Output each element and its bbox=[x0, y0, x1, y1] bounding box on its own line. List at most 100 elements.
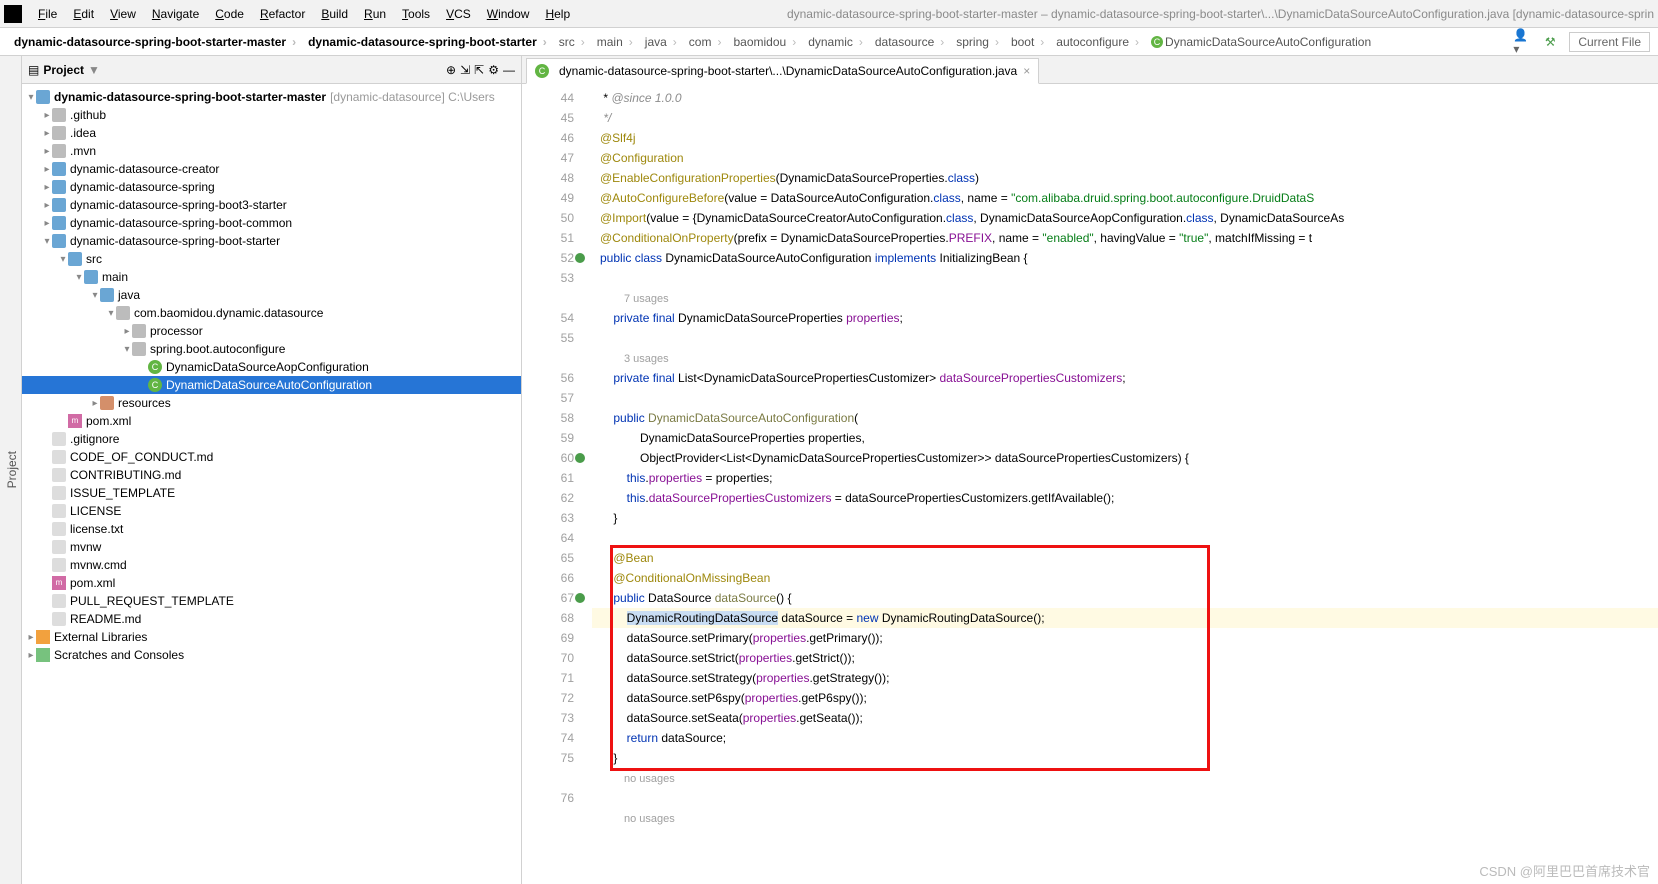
file-icon bbox=[52, 432, 66, 446]
package-icon bbox=[116, 306, 130, 320]
tree-node[interactable]: mpom.xml bbox=[22, 574, 521, 592]
expand-all-icon[interactable]: ⇲ bbox=[460, 63, 470, 77]
tree-node[interactable]: ▸processor bbox=[22, 322, 521, 340]
breadcrumb-item[interactable]: CDynamicDataSourceAutoConfiguration bbox=[1145, 35, 1383, 49]
menu-help[interactable]: Help bbox=[537, 5, 578, 23]
hide-icon[interactable]: — bbox=[503, 63, 515, 77]
file-icon bbox=[52, 540, 66, 554]
window-title: dynamic-datasource-spring-boot-starter-m… bbox=[787, 7, 1654, 21]
project-tree[interactable]: ▾dynamic-datasource-spring-boot-starter-… bbox=[22, 84, 521, 884]
settings-gear-icon[interactable]: ⚙ bbox=[488, 63, 499, 77]
scratches-icon bbox=[36, 648, 50, 662]
tree-node[interactable]: ▸resources bbox=[22, 394, 521, 412]
tree-node[interactable]: ▸dynamic-datasource-creator bbox=[22, 160, 521, 178]
menu-tools[interactable]: Tools bbox=[394, 5, 438, 23]
gutter-override-icon[interactable] bbox=[574, 588, 590, 608]
gutter-impl-icon[interactable] bbox=[574, 248, 590, 268]
dropdown-icon[interactable]: ▼ bbox=[88, 63, 100, 77]
tree-node[interactable]: CODE_OF_CONDUCT.md bbox=[22, 448, 521, 466]
menu-file[interactable]: File bbox=[30, 5, 65, 23]
java-class-icon: C bbox=[148, 360, 162, 374]
tree-node[interactable]: LICENSE bbox=[22, 502, 521, 520]
source-folder-icon bbox=[84, 270, 98, 284]
folder-icon bbox=[52, 108, 66, 122]
folder-icon bbox=[52, 126, 66, 140]
module-icon bbox=[52, 216, 66, 230]
run-config-selector[interactable]: Current File bbox=[1569, 32, 1650, 52]
breadcrumb-item[interactable]: main bbox=[591, 35, 639, 49]
code-editor[interactable]: 4445464748495051525354555657585960616263… bbox=[522, 84, 1658, 884]
tree-node[interactable]: PULL_REQUEST_TEMPLATE bbox=[22, 592, 521, 610]
menu-build[interactable]: Build bbox=[313, 5, 356, 23]
menu-edit[interactable]: Edit bbox=[65, 5, 102, 23]
tree-node[interactable]: CDynamicDataSourceAutoConfiguration bbox=[22, 376, 521, 394]
user-icon[interactable]: 👤▾ bbox=[1513, 33, 1531, 51]
build-hammer-icon[interactable]: ⚒ bbox=[1541, 33, 1559, 51]
tree-node[interactable]: ▾java bbox=[22, 286, 521, 304]
breadcrumb-item[interactable]: src bbox=[553, 35, 591, 49]
tree-node[interactable]: ▾spring.boot.autoconfigure bbox=[22, 340, 521, 358]
tree-node[interactable]: ▾dynamic-datasource-spring-boot-starter-… bbox=[22, 88, 521, 106]
file-icon bbox=[52, 522, 66, 536]
tree-node[interactable]: .gitignore bbox=[22, 430, 521, 448]
module-icon bbox=[52, 198, 66, 212]
file-icon bbox=[52, 612, 66, 626]
breadcrumb-item[interactable]: autoconfigure bbox=[1050, 35, 1145, 49]
tree-node[interactable]: ▾main bbox=[22, 268, 521, 286]
editor-tab[interactable]: C dynamic-datasource-spring-boot-starter… bbox=[526, 58, 1039, 84]
tree-node[interactable]: README.md bbox=[22, 610, 521, 628]
breadcrumb-item[interactable]: dynamic-datasource-spring-boot-starter-m… bbox=[8, 35, 302, 49]
tree-node[interactable]: CONTRIBUTING.md bbox=[22, 466, 521, 484]
project-view-icon: ▤ bbox=[28, 63, 39, 77]
tree-node[interactable]: ▸Scratches and Consoles bbox=[22, 646, 521, 664]
select-opened-file-icon[interactable]: ⊕ bbox=[446, 63, 456, 77]
menu-code[interactable]: Code bbox=[207, 5, 252, 23]
menu-refactor[interactable]: Refactor bbox=[252, 5, 313, 23]
resources-folder-icon bbox=[100, 396, 114, 410]
close-tab-icon[interactable]: × bbox=[1023, 64, 1030, 78]
collapse-all-icon[interactable]: ⇱ bbox=[474, 63, 484, 77]
editor-tabs: C dynamic-datasource-spring-boot-starter… bbox=[522, 56, 1658, 84]
menu-vcs[interactable]: VCS bbox=[438, 5, 479, 23]
file-icon bbox=[52, 558, 66, 572]
tree-node[interactable]: CDynamicDataSourceAopConfiguration bbox=[22, 358, 521, 376]
menu-window[interactable]: Window bbox=[479, 5, 538, 23]
breadcrumb-item[interactable]: boot bbox=[1005, 35, 1050, 49]
tree-node[interactable]: ▸.mvn bbox=[22, 142, 521, 160]
project-tool-button[interactable]: Project bbox=[3, 443, 21, 496]
code-content[interactable]: * @since 1.0.0 */@Slf4j@Configuration@En… bbox=[592, 84, 1658, 884]
tree-node[interactable]: ISSUE_TEMPLATE bbox=[22, 484, 521, 502]
tree-node[interactable]: ▸.idea bbox=[22, 124, 521, 142]
tree-node[interactable]: ▸External Libraries bbox=[22, 628, 521, 646]
left-tool-stripe[interactable]: Project Structure bbox=[0, 56, 22, 884]
breadcrumb-item[interactable]: com bbox=[683, 35, 728, 49]
tree-node[interactable]: ▾src bbox=[22, 250, 521, 268]
tree-node[interactable]: mvnw.cmd bbox=[22, 556, 521, 574]
tree-node[interactable]: mvnw bbox=[22, 538, 521, 556]
module-icon bbox=[36, 90, 50, 104]
module-icon bbox=[52, 180, 66, 194]
breadcrumb-item[interactable]: dynamic bbox=[802, 35, 869, 49]
project-tool-window: ▤ Project ▼ ⊕ ⇲ ⇱ ⚙ — ▾dynamic-datasourc… bbox=[22, 56, 522, 884]
tree-node[interactable]: ▸dynamic-datasource-spring-boot3-starter bbox=[22, 196, 521, 214]
package-icon bbox=[132, 342, 146, 356]
gutter-override-icon[interactable] bbox=[574, 448, 590, 468]
breadcrumb-item[interactable]: spring bbox=[950, 35, 1005, 49]
editor-area: C dynamic-datasource-spring-boot-starter… bbox=[522, 56, 1658, 884]
tree-node[interactable]: mpom.xml bbox=[22, 412, 521, 430]
package-icon bbox=[132, 324, 146, 338]
tree-node[interactable]: ▾dynamic-datasource-spring-boot-starter bbox=[22, 232, 521, 250]
menu-view[interactable]: View bbox=[102, 5, 144, 23]
tree-node[interactable]: ▾com.baomidou.dynamic.datasource bbox=[22, 304, 521, 322]
tree-node[interactable]: ▸.github bbox=[22, 106, 521, 124]
tree-node[interactable]: ▸dynamic-datasource-spring-boot-common bbox=[22, 214, 521, 232]
tree-node[interactable]: license.txt bbox=[22, 520, 521, 538]
breadcrumb-item[interactable]: dynamic-datasource-spring-boot-starter bbox=[302, 35, 553, 49]
tree-node[interactable]: ▸dynamic-datasource-spring bbox=[22, 178, 521, 196]
menu-navigate[interactable]: Navigate bbox=[144, 5, 207, 23]
breadcrumb-item[interactable]: datasource bbox=[869, 35, 950, 49]
breadcrumb-item[interactable]: java bbox=[639, 35, 683, 49]
menu-run[interactable]: Run bbox=[356, 5, 394, 23]
java-class-icon: C bbox=[148, 378, 162, 392]
breadcrumb-item[interactable]: baomidou bbox=[727, 35, 802, 49]
